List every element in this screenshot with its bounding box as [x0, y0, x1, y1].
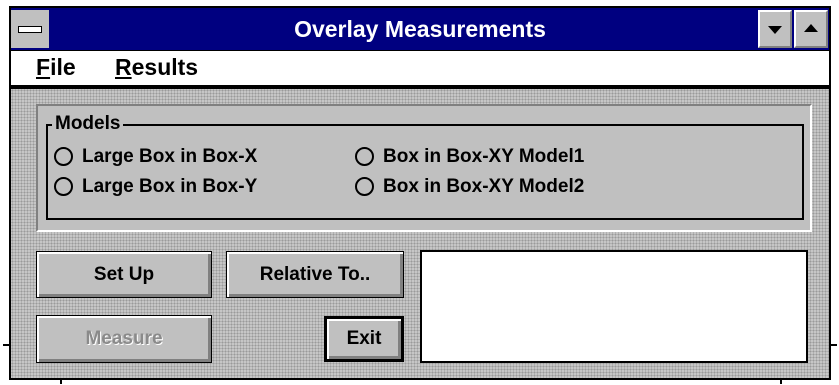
- minimize-button[interactable]: [758, 10, 792, 48]
- models-group-label: Models: [52, 114, 124, 134]
- radio-label-large-box-x[interactable]: Large Box in Box-X: [82, 146, 257, 168]
- system-menu-icon: [18, 26, 42, 33]
- models-groupbox: [46, 124, 804, 220]
- exit-button[interactable]: Exit: [324, 316, 404, 362]
- menu-results[interactable]: Results: [115, 54, 198, 81]
- measure-button[interactable]: Measure: [36, 315, 212, 363]
- setup-button[interactable]: Set Up: [36, 251, 212, 298]
- radio-large-box-y[interactable]: [54, 177, 73, 196]
- results-output-box[interactable]: [420, 250, 808, 363]
- window-title: Overlay Measurements: [294, 16, 546, 42]
- radio-label-large-box-y[interactable]: Large Box in Box-Y: [82, 176, 257, 198]
- menu-results-mnemonic: R: [115, 54, 132, 80]
- menu-file-mnemonic: F: [36, 54, 51, 80]
- frame-edge-tick: [780, 378, 782, 384]
- maximize-button[interactable]: [794, 10, 828, 48]
- maximize-triangle-icon: [804, 24, 818, 32]
- menu-file-label: ile: [50, 54, 76, 80]
- radio-label-box-xy-model1[interactable]: Box in Box-XY Model1: [383, 146, 584, 168]
- menu-results-label: esults: [131, 54, 199, 80]
- radio-large-box-x[interactable]: [54, 147, 73, 166]
- frame-edge-tick: [60, 378, 62, 384]
- menu-file[interactable]: File: [36, 54, 76, 81]
- frame-edge-tick: [829, 344, 837, 346]
- relative-to-button[interactable]: Relative To..: [226, 251, 404, 298]
- frame-edge-tick: [3, 344, 11, 346]
- radio-label-box-xy-model2[interactable]: Box in Box-XY Model2: [383, 176, 584, 198]
- radio-box-xy-model1[interactable]: [355, 147, 374, 166]
- radio-box-xy-model2[interactable]: [355, 177, 374, 196]
- minimize-triangle-icon: [768, 26, 782, 34]
